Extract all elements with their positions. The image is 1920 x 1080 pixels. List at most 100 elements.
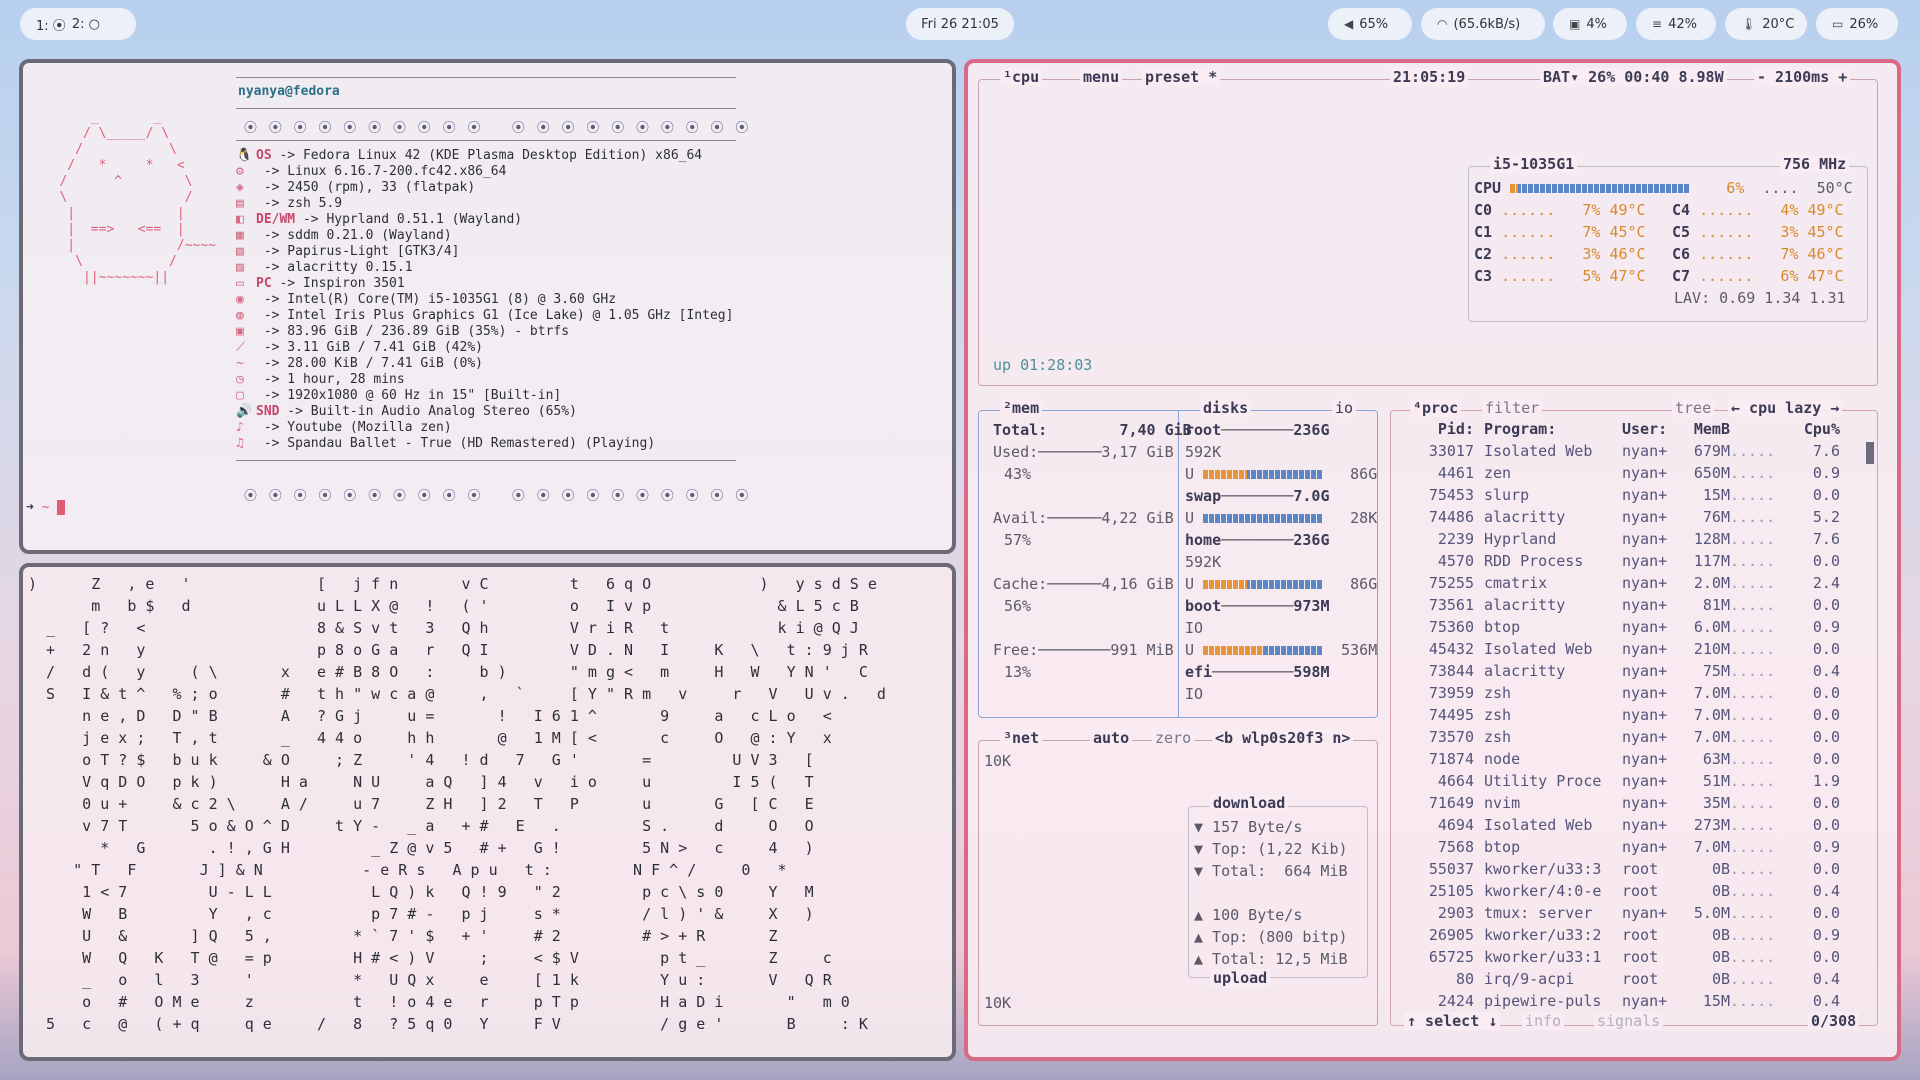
process-row[interactable]: 33017 Isolated Web nyan+ 679M ..... 7.6 [1424, 440, 1840, 462]
wifi-icon: ◠ [1437, 17, 1448, 31]
process-cell: kworker/u33:3 [1484, 860, 1602, 878]
shell-prompt[interactable]: ➜ ~ [26, 500, 66, 515]
clock-module[interactable]: Fri 26 21:05 [906, 8, 1014, 40]
process-row[interactable]: 4664 Utility Proce nyan+ 51M ..... 1.9 [1424, 770, 1840, 792]
process-row[interactable]: 4461 zen nyan+ 650M ..... 0.9 [1424, 462, 1840, 484]
fastfetch-row: ◍ -> Intel Iris Plus Graphics G1 (Ice La… [236, 308, 756, 324]
menu-button[interactable]: menu [1080, 68, 1123, 86]
col-mem[interactable]: MemB [1680, 418, 1730, 440]
mem-tab[interactable]: ²mem [1000, 399, 1043, 417]
process-row[interactable]: 7568 btop nyan+ 7.0M ..... 0.9 [1424, 836, 1840, 858]
proc-tab[interactable]: ⁴proc [1410, 399, 1462, 417]
update-interval-control[interactable]: - 2100ms + [1754, 68, 1851, 86]
cpu-graph: ..... [1730, 706, 1776, 724]
process-cpu: 0.0 [1812, 816, 1840, 834]
process-cell: 75255 [1428, 574, 1474, 592]
cpu-graph: ..... [1730, 772, 1776, 790]
process-cell: btop [1484, 618, 1521, 636]
process-row[interactable]: 26905 kworker/u33:2 root 0B ..... 0.9 [1424, 924, 1840, 946]
cpu-graph: ..... [1730, 684, 1776, 702]
process-row[interactable]: 74495 zsh nyan+ 7.0M ..... 0.0 [1424, 704, 1840, 726]
process-row[interactable]: 73959 zsh nyan+ 7.0M ..... 0.0 [1424, 682, 1840, 704]
fastfetch-value: -> Intel(R) Core(TM) i5-1035G1 (8) @ 3.6… [256, 292, 617, 307]
cpu-tab[interactable]: ¹cpu [1000, 68, 1043, 86]
process-cell: alacritty [1484, 596, 1566, 614]
proc-filter[interactable]: filter [1482, 399, 1543, 417]
proc-info-button[interactable]: info [1522, 1012, 1565, 1030]
col-cpu[interactable]: Cpu% [1800, 418, 1840, 440]
net-zero-toggle[interactable]: zero [1152, 729, 1195, 747]
fastfetch-row-icon: ~ [236, 356, 244, 371]
process-row[interactable]: 75255 cmatrix nyan+ 2.0M ..... 2.4 [1424, 572, 1840, 594]
fastfetch-row: ♫ -> Spandau Ballet - True (HD Remastere… [236, 436, 756, 452]
process-cell: 128M [1693, 530, 1730, 548]
network-module[interactable]: ◠ (65.6kB/s) [1421, 8, 1545, 40]
volume-module[interactable]: ◀ 65% [1328, 8, 1412, 40]
process-row[interactable]: 73570 zsh nyan+ 7.0M ..... 0.0 [1424, 726, 1840, 748]
process-cell: nyan+ [1622, 640, 1668, 658]
process-cell: irq/9-acpi [1484, 970, 1575, 988]
process-cell: 5.0M [1693, 904, 1730, 922]
battery-icon: ▭ [1832, 17, 1844, 31]
memory-module[interactable]: ≡ 42% [1636, 8, 1716, 40]
battery-text: 26% [1849, 16, 1879, 32]
process-row[interactable]: 55037 kworker/u33:3 root 0B ..... 0.0 [1424, 858, 1840, 880]
proc-scrollbar[interactable] [1866, 442, 1874, 464]
process-row[interactable]: 71874 node nyan+ 63M ..... 0.0 [1424, 748, 1840, 770]
net-tab[interactable]: ³net [1000, 729, 1043, 747]
temperature-module[interactable]: 🌡︎ 20°C [1725, 8, 1807, 40]
proc-sort-selector[interactable]: ← cpu lazy → [1728, 399, 1843, 417]
process-row[interactable]: 4570 RDD Process nyan+ 117M ..... 0.0 [1424, 550, 1840, 572]
fastfetch-value: -> zsh 5.9 [256, 196, 343, 211]
process-row[interactable]: 4694 Isolated Web nyan+ 273M ..... 0.0 [1424, 814, 1840, 836]
mem-disk-divider [1178, 410, 1179, 718]
process-row[interactable]: 73844 alacritty nyan+ 75M ..... 0.4 [1424, 660, 1840, 682]
disk-home-io: 592K [1185, 553, 1222, 571]
cpu-graph: ..... [1730, 728, 1776, 746]
process-row[interactable]: 65725 kworker/u33:1 root 0B ..... 0.0 [1424, 946, 1840, 968]
process-row[interactable]: 75453 slurp nyan+ 15M ..... 0.0 [1424, 484, 1840, 506]
process-cpu: 0.0 [1812, 948, 1840, 966]
process-row[interactable]: 45432 Isolated Web nyan+ 210M ..... 0.0 [1424, 638, 1840, 660]
process-cell: node [1484, 750, 1521, 768]
process-row[interactable]: 2239 Hyprland nyan+ 128M ..... 7.6 [1424, 528, 1840, 550]
process-cell: 75M [1702, 662, 1730, 680]
net-auto-toggle[interactable]: auto [1090, 729, 1133, 747]
fastfetch-row-icon: ▤ [236, 196, 244, 211]
workspaces-module: 1: ⦿ 2: ○ [20, 8, 136, 40]
mem-cache-pct: 56% [1004, 597, 1032, 615]
net-interface-selector[interactable]: <b wlp0s20f3 n> [1212, 729, 1354, 747]
process-row[interactable]: 74486 alacritty nyan+ 76M ..... 5.2 [1424, 506, 1840, 528]
process-row[interactable]: 75360 btop nyan+ 6.0M ..... 0.9 [1424, 616, 1840, 638]
battery-module[interactable]: ▭ 26% [1816, 8, 1898, 40]
col-pid[interactable]: Pid: [1424, 418, 1474, 440]
cpu-graph: ..... [1730, 530, 1776, 548]
fastfetch-key: DE/WM [256, 212, 296, 227]
workspace-1[interactable]: 1: ⦿ [36, 15, 66, 34]
mem-free-pct: 13% [1004, 663, 1032, 681]
process-cell: 73561 [1428, 596, 1474, 614]
proc-tree-toggle[interactable]: tree [1672, 399, 1715, 417]
fastfetch-row-icon: ▣ [236, 324, 244, 339]
mem-avail: Avail:──────4,22 GiB [993, 509, 1174, 527]
process-row[interactable]: 71649 nvim nyan+ 35M ..... 0.0 [1424, 792, 1840, 814]
process-row[interactable]: 80 irq/9-acpi root 0B ..... 0.4 [1424, 968, 1840, 990]
process-cell: nyan+ [1622, 618, 1668, 636]
process-row[interactable]: 2903 tmux: server nyan+ 5.0M ..... 0.0 [1424, 902, 1840, 924]
preset-button[interactable]: preset * [1142, 68, 1221, 86]
process-row[interactable]: 73561 alacritty nyan+ 81M ..... 0.0 [1424, 594, 1840, 616]
workspace-2[interactable]: 2: ○ [72, 17, 100, 32]
process-cell: zen [1484, 464, 1512, 482]
proc-signals-button[interactable]: signals [1594, 1012, 1664, 1030]
process-cell: 7568 [1437, 838, 1474, 856]
col-user[interactable]: User: [1622, 418, 1680, 440]
cpu-module[interactable]: ▣ 4% [1553, 8, 1627, 40]
process-row[interactable]: 2424 pipewire-puls nyan+ 15M ..... 0.4 [1424, 990, 1840, 1012]
proc-select[interactable]: ↑ select ↓ [1404, 1012, 1501, 1030]
disks-tab[interactable]: disks [1200, 399, 1252, 417]
process-row[interactable]: 25105 kworker/4:0-e root 0B ..... 0.4 [1424, 880, 1840, 902]
fastfetch-row: ⟋ -> 3.11 GiB / 7.41 GiB (42%) [236, 340, 756, 356]
io-toggle[interactable]: io [1332, 399, 1357, 417]
memory-text: 42% [1668, 16, 1697, 32]
col-program[interactable]: Program: [1474, 418, 1622, 440]
